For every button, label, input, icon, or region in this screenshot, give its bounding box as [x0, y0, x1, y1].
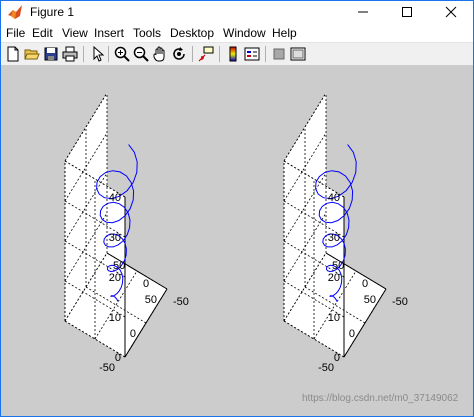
maximize-button[interactable] — [385, 1, 429, 23]
plots-svg: 010203040500-50500-50 010203040500-50500… — [64, 92, 408, 374]
toolbar-separator — [83, 46, 84, 62]
menu-view[interactable]: View — [62, 26, 88, 40]
toolbar-separator — [265, 46, 266, 62]
menu-file[interactable]: File — [6, 26, 25, 40]
y-tick-label: 0 — [349, 328, 355, 340]
z-tick-label: 30 — [109, 232, 121, 244]
y-tick-label: 50 — [145, 294, 157, 306]
z-tick-label: 0 — [115, 352, 121, 364]
new-figure-icon[interactable] — [5, 46, 21, 62]
z-tick-label: 20 — [109, 272, 121, 284]
print-icon[interactable] — [62, 46, 78, 62]
show-plot-tools-icon[interactable] — [290, 46, 306, 62]
z-tick-label: 10 — [328, 312, 340, 324]
legend-icon[interactable] — [244, 46, 260, 62]
x-tick-label: 50 — [332, 260, 344, 272]
menu-insert[interactable]: Insert — [94, 26, 124, 40]
figure-toolbar — [1, 42, 473, 66]
x-tick-label: 0 — [362, 278, 368, 290]
menu-window[interactable]: Window — [223, 26, 266, 40]
menu-edit[interactable]: Edit — [32, 26, 53, 40]
zoom-in-icon[interactable] — [114, 46, 130, 62]
x-tick-label: -50 — [173, 296, 189, 308]
menu-desktop[interactable]: Desktop — [170, 26, 214, 40]
figure-canvas[interactable]: 0 10 20 30 40 50 0 -50 50 0 -50 0 10 20 30 40 50 0 -50 50 0… — [1, 65, 473, 416]
z-tick-label: 0 — [334, 352, 340, 364]
colorbar-icon[interactable] — [225, 46, 241, 62]
y-tick-label: 50 — [364, 294, 376, 306]
z-tick-label: 40 — [109, 192, 121, 204]
toolbar-separator — [108, 46, 109, 62]
y-tick-label: 0 — [130, 328, 136, 340]
x-tick-label: -50 — [392, 296, 408, 308]
menu-help[interactable]: Help — [272, 26, 297, 40]
data-cursor-icon[interactable] — [198, 46, 214, 62]
watermark-text: https://blog.csdn.net/m0_37149062 — [302, 393, 459, 404]
edit-plot-arrow-icon[interactable] — [89, 46, 105, 62]
save-icon[interactable] — [43, 46, 59, 62]
x-tick-label: 50 — [113, 260, 125, 272]
rotate-3d-icon[interactable] — [171, 46, 187, 62]
open-file-icon[interactable] — [24, 46, 40, 62]
toolbar-separator — [219, 46, 220, 62]
axes-left[interactable]: 010203040500-50500-50 — [64, 92, 189, 374]
y-tick-label: -50 — [318, 362, 334, 374]
maximize-icon — [402, 7, 412, 17]
figure-window: Figure 1 File Edit View Insert Tools Des… — [0, 0, 474, 417]
window-title: Figure 1 — [30, 5, 75, 19]
pan-hand-icon[interactable] — [152, 46, 168, 62]
z-tick-label: 10 — [109, 312, 121, 324]
z-tick-label: 40 — [328, 192, 340, 204]
menu-bar: File Edit View Insert Tools Desktop Wind… — [1, 23, 473, 42]
x-tick-label: 0 — [143, 278, 149, 290]
zoom-out-icon[interactable] — [133, 46, 149, 62]
z-tick-label: 30 — [328, 232, 340, 244]
close-icon — [445, 6, 457, 18]
hide-plot-tools-icon[interactable] — [271, 46, 287, 62]
menu-tools[interactable]: Tools — [133, 26, 161, 40]
minimize-icon — [358, 11, 368, 13]
minimize-button[interactable] — [341, 1, 385, 23]
axes-right[interactable]: 010203040500-50500-50 — [283, 92, 408, 374]
close-button[interactable] — [429, 1, 473, 23]
title-bar[interactable]: Figure 1 — [1, 1, 473, 23]
y-tick-label: -50 — [99, 362, 115, 374]
toolbar-separator — [192, 46, 193, 62]
matlab-logo-icon — [8, 5, 22, 19]
z-tick-label: 20 — [328, 272, 340, 284]
